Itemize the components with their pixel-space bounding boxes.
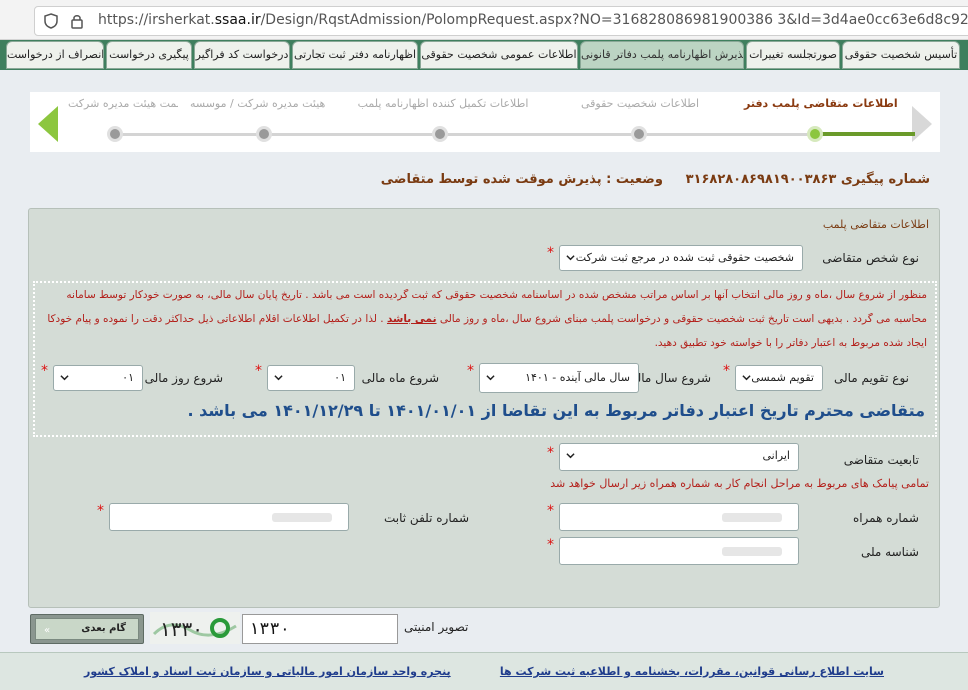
fiscal-month-select[interactable]: ۰۱ — [267, 365, 355, 391]
sms-note: تمامی پیامک های مربوط به مراحل انجام کار… — [550, 477, 929, 490]
phone-label: شماره تلفن ثابت — [384, 511, 469, 525]
panel-title: اطلاعات متقاضی پلمب — [822, 218, 929, 231]
wizard-next-arrow-icon[interactable] — [912, 106, 932, 142]
shield-icon[interactable] — [44, 13, 58, 29]
fiscal-day-select[interactable]: ۰۱ — [53, 365, 143, 391]
notice-line-1: منظور از شروع سال ،ماه و روز مالی انتخاب… — [66, 289, 927, 301]
tab-company-general-info[interactable]: اطلاعات عمومی شخصیت حقوقی — [420, 41, 578, 69]
required-mark: * — [547, 245, 554, 261]
masked-value — [272, 513, 332, 522]
chevron-down-icon — [274, 375, 283, 381]
wizard-step-label-2: اطلاعات شخصیت حقوقی — [580, 97, 700, 110]
tab-comprehensive-code-request[interactable]: درخواست کد فراگیر — [194, 41, 290, 69]
captcha-label: تصویر امنیتی — [404, 620, 469, 634]
url-text[interactable]: https://irsherkat.ssaa.ir/Design/RqstAdm… — [98, 12, 968, 28]
calendar-type-value: تقویم شمسی — [751, 371, 814, 384]
applicant-form-panel: اطلاعات متقاضی پلمب نوع شخص متقاضی * شخص… — [28, 208, 940, 608]
fiscal-day-value: ۰۱ — [122, 371, 134, 384]
fiscal-info-box: منظور از شروع سال ،ماه و روز مالی انتخاب… — [33, 281, 937, 437]
lock-icon[interactable] — [70, 13, 84, 29]
tab-request-cancel[interactable]: انصراف از درخواست — [6, 41, 104, 69]
fiscal-year-label: شروع سال مالی — [627, 371, 711, 385]
wizard-step-dot-3[interactable] — [432, 126, 448, 142]
mobile-label: شماره همراه — [852, 511, 919, 525]
nationality-value: ایرانی — [762, 449, 790, 462]
required-mark: * — [547, 537, 554, 553]
chevron-down-icon — [60, 375, 69, 381]
notice-line-3: ایجاد شده مربوط به اعتبار دفاتر را با خو… — [654, 337, 927, 349]
footer-link-laws[interactable]: سایت اطلاع رسانی قوانین، مقررات، بخشنامه… — [500, 665, 884, 678]
status-label: وضعیت : — [606, 172, 663, 187]
tracking-label: شماره پیگیری — [840, 172, 930, 187]
footer: سایت اطلاع رسانی قوانین، مقررات، بخشنامه… — [0, 652, 968, 690]
required-mark: * — [97, 503, 104, 519]
wizard-track-active — [810, 132, 915, 136]
tab-request-tracking[interactable]: پیگیری درخواست — [106, 41, 192, 69]
fiscal-month-value: ۰۱ — [334, 371, 346, 384]
chevron-down-icon — [742, 375, 751, 381]
applicant-type-label: نوع شخص متقاضی — [822, 251, 919, 265]
chevron-down-icon — [566, 453, 575, 459]
next-step-button-face[interactable]: « گام بعدی — [35, 618, 139, 640]
required-mark: * — [467, 363, 474, 379]
required-mark: * — [41, 363, 48, 379]
wizard-track — [110, 133, 860, 136]
validity-note: متقاضی محترم تاریخ اعتبار دفاتر مربوط به… — [187, 401, 925, 420]
required-mark: * — [547, 503, 554, 519]
national-id-input[interactable] — [559, 537, 799, 565]
fiscal-year-select[interactable]: سال مالی آینده - ۱۴۰۱ — [479, 363, 639, 393]
masked-value — [722, 547, 782, 556]
chevron-down-icon — [486, 375, 495, 381]
double-arrow-icon: « — [44, 625, 51, 636]
applicant-type-select[interactable]: شخصیت حقوقی ثبت شده در مرجع ثبت شرکت — [559, 245, 803, 271]
wizard-step-label-1: اطلاعات متقاضی پلمب دفتر — [744, 97, 898, 110]
wizard-step-dot-5[interactable] — [107, 126, 123, 142]
wizard-step-dot-2[interactable] — [631, 126, 647, 142]
captcha-input[interactable]: ۱۳۳۰ — [242, 614, 398, 644]
required-mark: * — [547, 445, 554, 461]
mobile-input[interactable] — [559, 503, 799, 531]
fiscal-day-label: شروع روز مالی — [144, 371, 223, 385]
required-mark: * — [255, 363, 262, 379]
nationality-label: تابعیت متقاضی — [843, 453, 919, 467]
wizard-prev-arrow-icon[interactable] — [38, 106, 58, 142]
main-tab-bar: تأسیس شخصیت حقوقی صورتجلسه تغییرات پذیرش… — [0, 40, 968, 70]
applicant-type-value: شخصیت حقوقی ثبت شده در مرجع ثبت شرکت — [575, 251, 794, 264]
wizard-step-dot-1[interactable] — [807, 126, 823, 142]
notice-line-2: محاسبه می گردد . بدیهی است تاریخ ثبت شخص… — [47, 313, 927, 325]
status-value: پذیرش موقت شده توسط متقاضی — [380, 172, 602, 187]
wizard-step-label-3: اطلاعات تکمیل کننده اظهارنامه پلمب — [357, 97, 529, 110]
captcha-image: ۱۳۳۰ — [150, 612, 240, 644]
step-wizard: اطلاعات متقاضی پلمب دفتر اطلاعات شخصیت ح… — [30, 92, 940, 152]
calendar-type-label: نوع تقویم مالی — [833, 371, 909, 385]
next-step-button[interactable]: « گام بعدی — [30, 614, 144, 644]
wizard-step-label-4: هیئت مدیره شرکت / موسسه — [190, 97, 326, 110]
required-mark: * — [723, 363, 730, 379]
next-step-label: گام بعدی — [81, 623, 126, 634]
tab-company-establishment[interactable]: تأسیس شخصیت حقوقی — [842, 41, 960, 69]
calendar-type-select[interactable]: تقویم شمسی — [735, 365, 823, 391]
tab-trade-register-declaration[interactable]: اظهارنامه دفتر ثبت تجارتی — [292, 41, 418, 69]
footer-link-tax-window[interactable]: پنجره واحد سازمان امور مالیاتی و سازمان … — [84, 665, 451, 678]
browser-address-bar: https://irsherkat.ssaa.ir/Design/RqstAdm… — [0, 0, 968, 40]
fiscal-month-label: شروع ماه مالی — [361, 371, 439, 385]
captcha-text: ۱۳۳۰ — [160, 617, 203, 641]
tab-ledger-seal-request[interactable]: پذیرش اظهارنامه پلمب دفاتر قانونی — [580, 41, 744, 69]
masked-value — [722, 513, 782, 522]
national-id-label: شناسه ملی — [860, 545, 919, 559]
tracking-status-line: شماره پیگیری ۳۱۶۸۲۸۰۸۶۹۸۱۹۰۰۳۸۶۳ وضعیت :… — [381, 172, 930, 187]
wizard-step-dot-4[interactable] — [256, 126, 272, 142]
phone-input[interactable] — [109, 503, 349, 531]
wizard-step-label-5: سمت هیئت مدیره شرکت — [68, 97, 178, 110]
tracking-number: ۳۱۶۸۲۸۰۸۶۹۸۱۹۰۰۳۸۶۳ — [685, 172, 837, 187]
tab-change-minutes[interactable]: صورتجلسه تغییرات — [746, 41, 840, 69]
fiscal-year-value: سال مالی آینده - ۱۴۰۱ — [525, 371, 630, 384]
chevron-down-icon — [566, 255, 575, 261]
nationality-select[interactable]: ایرانی — [559, 443, 799, 471]
